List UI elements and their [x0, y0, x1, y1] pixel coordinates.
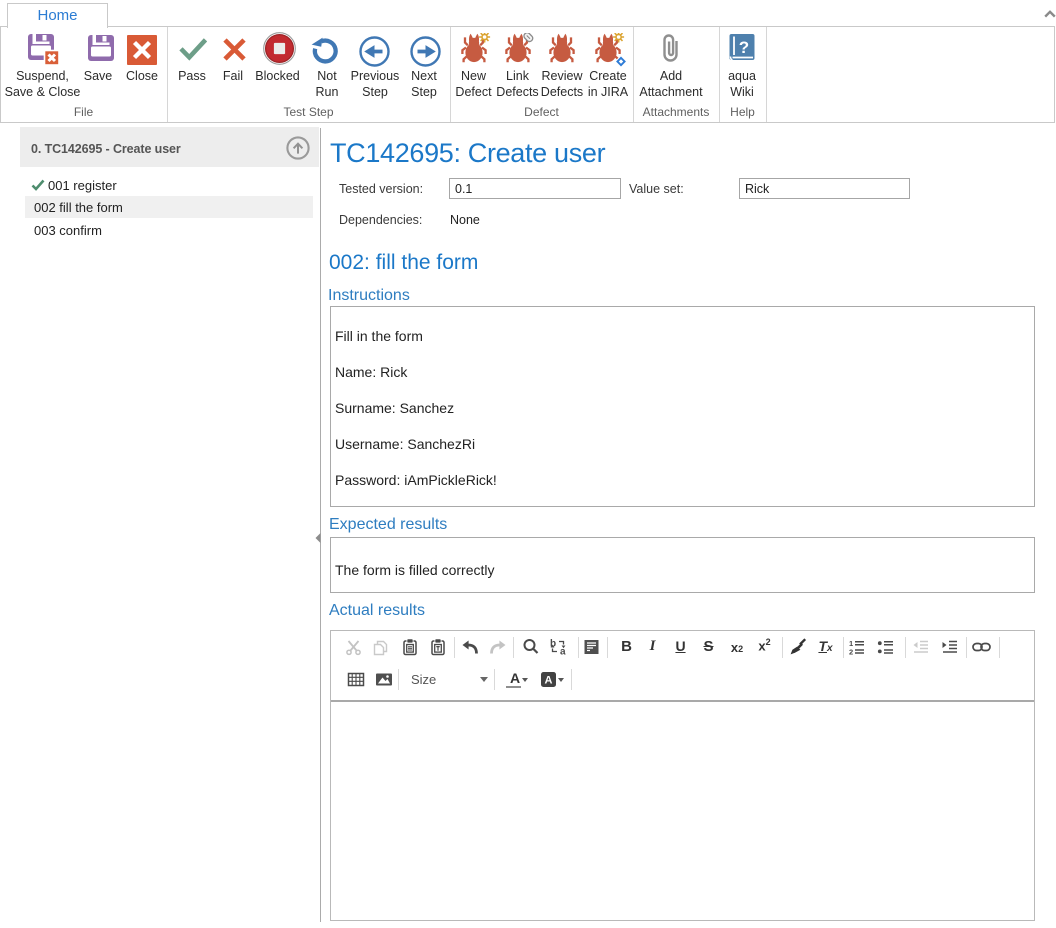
svg-text:A: A — [545, 675, 553, 687]
svg-text:b: b — [550, 639, 556, 650]
svg-text:a: a — [560, 647, 566, 657]
svg-text:2: 2 — [849, 648, 853, 657]
svg-text:?: ? — [739, 38, 749, 57]
